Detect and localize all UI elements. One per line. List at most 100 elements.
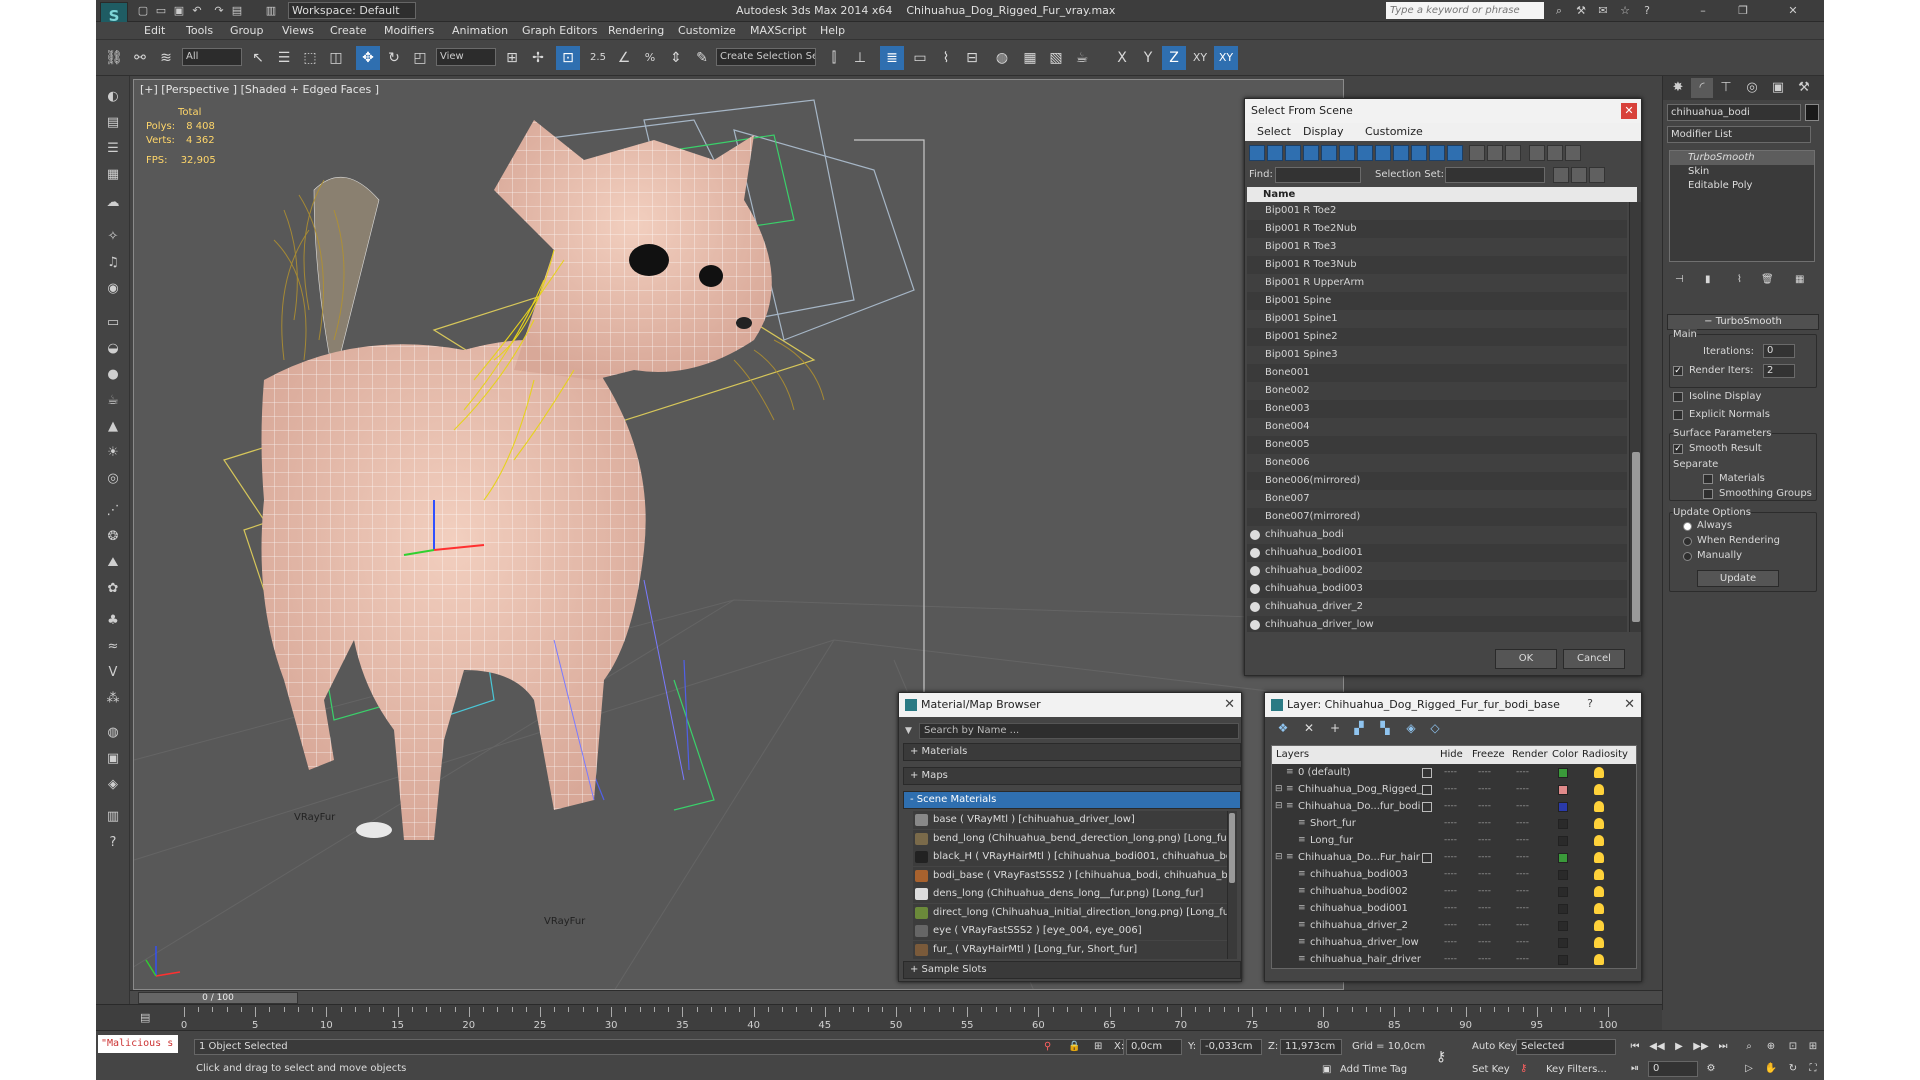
modifier-list-dropdown[interactable]: Modifier List (1667, 126, 1811, 143)
scene-list-item[interactable]: Bone004 (1247, 418, 1627, 436)
expand-toggle-icon[interactable]: ⊟ (1275, 849, 1283, 866)
redo-icon[interactable]: ↷ (212, 4, 226, 18)
hide-toggle[interactable]: ---- (1444, 849, 1457, 866)
menu-customize[interactable]: Customize (678, 24, 736, 37)
layer-row[interactable]: Chihuahua_Do...fur_bodi ≡ ⊟ ---- ---- ---- (1272, 798, 1636, 815)
filter-shapes-icon[interactable] (1267, 145, 1283, 161)
log-icon[interactable]: ▥ (102, 806, 124, 828)
layer-row[interactable]: chihuahua_driver_low ≡ ---- ---- ---- (1272, 934, 1636, 951)
iterations-spinner[interactable]: 0 (1763, 344, 1795, 358)
menu-rendering[interactable]: Rendering (608, 24, 664, 37)
scene-explorer-icon[interactable]: ▤ (102, 112, 124, 134)
filter-containers-icon[interactable] (1411, 145, 1427, 161)
hide-toggle[interactable]: ---- (1444, 934, 1457, 951)
freeze-toggle[interactable]: ---- (1478, 798, 1491, 815)
selection-set-dropdown[interactable] (1445, 167, 1545, 183)
hair-icon[interactable]: ≈ (102, 636, 124, 658)
material-list-scroll-thumb[interactable] (1229, 813, 1235, 883)
radiosity-bulb-icon[interactable] (1594, 920, 1604, 931)
render-iters-spinner[interactable]: 2 (1763, 364, 1795, 378)
render-iters-checkbox[interactable]: ✓ (1673, 366, 1683, 376)
time-slider-bar[interactable]: 0 / 100 (130, 990, 1662, 1004)
axis-xy-lock-button[interactable]: XY (1214, 46, 1238, 70)
cancel-button[interactable]: Cancel (1563, 649, 1625, 669)
scene-materials-section[interactable]: - Scene Materials (903, 791, 1241, 809)
maps-section[interactable]: + Maps (903, 767, 1241, 785)
select-menu-customize[interactable]: Customize (1365, 125, 1423, 138)
find-input[interactable] (1275, 167, 1361, 183)
menu-help[interactable]: Help (820, 24, 845, 37)
render-toggle[interactable]: ---- (1516, 866, 1529, 883)
fov-icon[interactable]: ▷ (1740, 1061, 1758, 1077)
stack-turbosmooth[interactable]: TurboSmooth (1670, 151, 1814, 165)
particle-icon[interactable]: ❂ (102, 526, 124, 548)
radiosity-bulb-icon[interactable] (1594, 784, 1604, 795)
layer-color-swatch[interactable] (1558, 819, 1568, 829)
bind-space-warp-icon[interactable]: ≋ (154, 46, 178, 70)
freeze-toggle[interactable]: ---- (1478, 764, 1491, 781)
material-item[interactable]: bodi_base ( VRayFastSSS2 ) [chihuahua_bo… (913, 866, 1233, 885)
create-tab-icon[interactable]: ✸ (1667, 78, 1689, 98)
track-bar-menu-icon[interactable]: ▤ (140, 1011, 150, 1024)
time-tag-icon[interactable]: ▣ (1322, 1064, 1331, 1075)
layer-row[interactable]: 0 (default) ≡ ---- ---- ---- (1272, 764, 1636, 781)
select-none-icon[interactable] (1487, 145, 1503, 161)
x-coordinate-field[interactable]: 0,0cm (1126, 1039, 1182, 1055)
radiosity-bulb-icon[interactable] (1594, 954, 1604, 965)
axis-x-button[interactable]: X (1110, 46, 1134, 70)
scene-list-item[interactable]: chihuahua_bodi003 (1247, 580, 1627, 598)
new-file-icon[interactable]: ▢ (136, 4, 150, 18)
window-crossing-icon[interactable]: ◫ (324, 46, 348, 70)
rect-selection-icon[interactable]: ⬚ (298, 46, 322, 70)
key-filters-button[interactable]: Key Filters... (1546, 1064, 1607, 1075)
material-item[interactable]: black_H ( VRayHairMtl ) [chihuahua_bodi0… (913, 848, 1233, 866)
scene-list-item[interactable]: Bone001 (1247, 364, 1627, 382)
make-unique-icon[interactable]: ⌇ (1737, 274, 1742, 285)
scene-list-item[interactable]: Bone007(mirrored) (1247, 508, 1627, 526)
scene-object-list[interactable]: Bip001 R Toe2 Bip001 R Toe2Nub Bip001 R To… (1247, 202, 1627, 632)
filter-groups-icon[interactable] (1357, 145, 1373, 161)
sound-icon[interactable]: ♫ (102, 252, 124, 274)
col-layers[interactable]: Layers (1276, 746, 1309, 764)
key-mode-dropdown[interactable]: Selected (1516, 1039, 1616, 1055)
axis-xy-button[interactable]: XY (1188, 46, 1212, 70)
layer-manager-close-icon[interactable]: ✕ (1624, 697, 1635, 712)
stack-skin[interactable]: Skin (1670, 165, 1814, 179)
sphere-icon[interactable]: ● (102, 364, 124, 386)
hide-toggle[interactable]: ---- (1444, 951, 1457, 968)
freeze-toggle[interactable]: ---- (1478, 866, 1491, 883)
motion-tab-icon[interactable]: ◎ (1741, 78, 1763, 98)
select-dialog-close-icon[interactable]: ✕ (1621, 103, 1637, 119)
layer-color-swatch[interactable] (1558, 785, 1568, 795)
hold-icon[interactable]: ▥ (264, 4, 278, 18)
layer-row[interactable]: Chihuahua_Dog_Rigged_ ≡ ⊟ ---- ---- ---- (1272, 781, 1636, 798)
layer-row[interactable]: chihuahua_bodi002 ≡ ---- ---- ---- (1272, 883, 1636, 900)
scene-list-item[interactable]: Bone006 (1247, 454, 1627, 472)
layer-row[interactable]: Long_fur ≡ ---- ---- ---- (1272, 832, 1636, 849)
edit-named-selection-icon[interactable]: ✎ (690, 46, 714, 70)
maximize-viewport-icon[interactable]: ⛶ (1804, 1061, 1822, 1077)
orbit-icon[interactable]: ↻ (1784, 1061, 1802, 1077)
menu-modifiers[interactable]: Modifiers (384, 24, 434, 37)
cone-icon[interactable]: ▲ (102, 416, 124, 438)
scene-list-item[interactable]: chihuahua_bodi001 (1247, 544, 1627, 562)
project-folder-icon[interactable]: ▤ (230, 4, 244, 18)
absolute-mode-icon[interactable]: ⊞ (1094, 1041, 1102, 1052)
layer-color-swatch[interactable] (1558, 853, 1568, 863)
menu-graph-editors[interactable]: Graph Editors (522, 24, 598, 37)
subscription-icon[interactable]: ⚒ (1574, 4, 1588, 18)
material-item[interactable]: fur_ ( VRayHairMtl ) [Long_fur, Short_fu… (913, 940, 1233, 959)
freeze-all-layers-icon[interactable]: ◇ (1427, 720, 1443, 736)
radiosity-bulb-icon[interactable] (1594, 903, 1604, 914)
filter-cameras-icon[interactable] (1303, 145, 1319, 161)
auto-key-button[interactable]: Auto Key (1472, 1041, 1517, 1052)
pin-stack-icon[interactable]: ⊣ (1675, 274, 1684, 285)
mirror-icon[interactable]: ⫿ (822, 46, 846, 70)
favorites-icon[interactable]: ☆ (1618, 4, 1632, 18)
freeze-toggle[interactable]: ---- (1478, 832, 1491, 849)
render-sphere-icon[interactable]: ◍ (102, 722, 124, 744)
undo-icon[interactable]: ↶ (190, 4, 204, 18)
isolate-icon[interactable]: ⚲ (1044, 1041, 1051, 1052)
material-editor-icon[interactable]: ◍ (990, 46, 1014, 70)
select-by-name-icon[interactable]: ☰ (272, 46, 296, 70)
